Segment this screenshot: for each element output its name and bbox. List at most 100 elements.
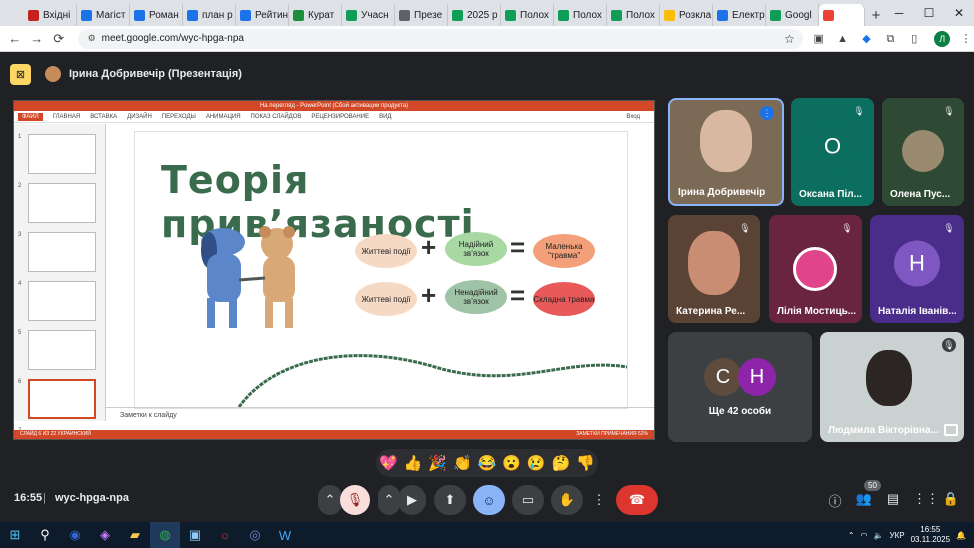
activities-icon[interactable]: ⋮⋮ [913, 491, 939, 507]
ribbon-tab[interactable]: ПОКАЗ СЛАЙДОВ [251, 114, 302, 120]
browser-tab[interactable]: Полох [607, 4, 660, 26]
address-bar[interactable]: ⚙ meet.google.com/wyc-hpga-npa ☆ [77, 28, 803, 49]
back-icon[interactable]: ← [4, 31, 26, 46]
login-link[interactable]: Вход [626, 114, 640, 120]
browser-tab[interactable]: план р [183, 4, 236, 26]
participant-tile[interactable]: 🎙 Олена Пус... [882, 98, 964, 206]
participant-tile[interactable]: Н 🎙 Наталія Іванів... [870, 215, 964, 323]
clock[interactable]: 16:55 03.11.2025 [911, 525, 950, 545]
taskbar-app-icon[interactable]: ▣ [180, 522, 210, 548]
meeting-details-icon[interactable]: ⓘ [826, 491, 844, 510]
reload-icon[interactable]: ⟳ [48, 31, 70, 47]
participant-tile[interactable]: О 🎙 Оксана Піл... [791, 98, 874, 206]
forward-icon[interactable]: → [26, 31, 48, 46]
slide-thumbnail[interactable] [28, 281, 96, 321]
slide-notes[interactable]: Заметки к слайду [106, 407, 654, 425]
reaction-emoji[interactable]: 👍 [404, 454, 423, 472]
browser-tab[interactable]: Googl [766, 4, 819, 26]
reaction-emoji[interactable]: 😂 [478, 454, 497, 472]
browser-tab[interactable]: Презе [395, 4, 448, 26]
maximize-icon[interactable]: ☐ [914, 0, 944, 26]
slide-thumbnail[interactable] [28, 134, 96, 174]
browser-tab[interactable]: Електр [713, 4, 766, 26]
more-participants-tile[interactable]: С Н Ще 42 особи [668, 332, 812, 442]
minimize-icon[interactable]: ─ [884, 0, 914, 26]
camera-button[interactable]: ▶ [398, 485, 426, 515]
host-controls-icon[interactable]: 🔒 [942, 491, 960, 507]
mic-muted-button[interactable]: 🎙 [340, 485, 370, 515]
participant-tile[interactable]: ⋮ Ірина Добривечір [668, 98, 784, 206]
word-icon[interactable]: W [270, 522, 300, 548]
browser-tab[interactable]: Рейтин [236, 4, 289, 26]
browser-tab[interactable]: Роман [130, 4, 183, 26]
reaction-emoji[interactable]: 👏 [453, 454, 472, 472]
extension-icon[interactable]: ▲ [835, 31, 851, 47]
extension-icon[interactable]: ◆ [859, 31, 875, 47]
more-options-button[interactable]: ⋮ [589, 485, 609, 515]
browser-tab[interactable]: Розкла [660, 4, 713, 26]
browser-tab[interactable]: Магіст [77, 4, 130, 26]
edge-icon[interactable]: ◉ [60, 522, 90, 548]
slide-thumbnail[interactable] [28, 379, 96, 419]
browser-tab[interactable]: Вхідні [24, 4, 77, 26]
audio-options-chevron-icon[interactable]: ⌃ [318, 485, 342, 515]
wifi-icon[interactable]: ◠ [861, 531, 868, 540]
close-window-icon[interactable]: ✕ [944, 0, 974, 26]
raise-hand-button[interactable]: ✋ [551, 485, 583, 515]
pip-icon[interactable] [944, 424, 958, 436]
reaction-emoji[interactable]: 😮 [502, 454, 521, 472]
present-screen-button[interactable]: ⬆ [434, 485, 466, 515]
search-icon[interactable]: ⚲ [30, 522, 60, 548]
browser-tab[interactable]: Полох [501, 4, 554, 26]
sidepanel-icon[interactable]: ▯ [906, 31, 922, 47]
ppt-ribbon: ФАЙЛ ГЛАВНАЯ ВСТАВКА ДИЗАЙН ПЕРЕХОДЫ АНИМАЦИЯ… [14, 111, 654, 123]
ribbon-tab[interactable]: ВИД [379, 114, 391, 120]
emoji-reactions-button[interactable]: ☺ [473, 485, 505, 515]
browser-tab[interactable]: Учасн [342, 4, 395, 26]
participant-tile[interactable]: 🎙 Лілія Мостиць... [769, 215, 862, 323]
bookmark-star-icon[interactable]: ☆ [784, 32, 795, 46]
volume-icon[interactable]: 🔈 [874, 531, 884, 540]
ribbon-tab[interactable]: ПЕРЕХОДЫ [162, 114, 196, 120]
browser-tab[interactable]: 2025 р [448, 4, 501, 26]
participant-tile[interactable]: 🎙 Людмила Вікторівна... [820, 332, 964, 442]
reaction-emoji[interactable]: 🤔 [552, 454, 571, 472]
taskbar-app-icon[interactable]: ◎ [240, 522, 270, 548]
slide-thumbnail[interactable] [28, 232, 96, 272]
ribbon-tab[interactable]: ГЛАВНАЯ [53, 114, 81, 120]
leave-call-button[interactable]: ☎ [616, 485, 658, 515]
reaction-emoji[interactable]: 💖 [379, 454, 398, 472]
people-icon[interactable]: 👥 [855, 491, 873, 507]
browser-tab[interactable]: Курат [289, 4, 342, 26]
chat-icon[interactable]: ▤ [884, 491, 902, 507]
profile-avatar[interactable]: Л [934, 30, 951, 47]
opera-icon[interactable]: ○ [210, 522, 240, 548]
ribbon-tab[interactable]: АНИМАЦИЯ [206, 114, 241, 120]
copilot-icon[interactable]: ◈ [90, 522, 120, 548]
captions-button[interactable]: ▭ [512, 485, 544, 515]
ribbon-tab[interactable]: РЕЦЕНЗИРОВАНИЕ [311, 114, 369, 120]
reaction-emoji[interactable]: 👎 [576, 454, 595, 472]
stop-presenting-icon[interactable]: ⊠ [10, 63, 31, 85]
slide-thumbnail[interactable] [28, 330, 96, 370]
language-indicator[interactable]: УКР [890, 531, 905, 540]
reaction-emoji[interactable]: 😢 [527, 454, 546, 472]
browser-tab[interactable] [819, 4, 865, 26]
browser-tab[interactable]: Полох [554, 4, 607, 26]
participant-tile[interactable]: 🎙 Катерина Ре... [668, 215, 760, 323]
tray-chevron-icon[interactable]: ⌃ [848, 531, 855, 540]
reaction-emoji[interactable]: 🎉 [428, 454, 447, 472]
extension-icon[interactable]: ▣ [811, 31, 827, 47]
file-explorer-icon[interactable]: ▰ [120, 522, 150, 548]
start-icon[interactable]: ⊞ [0, 522, 30, 548]
ribbon-tab[interactable]: ДИЗАЙН [127, 114, 152, 120]
browser-menu-icon[interactable]: ⋮ [958, 31, 974, 47]
chrome-icon[interactable]: ◍ [150, 522, 180, 548]
site-info-icon[interactable]: ⚙ [88, 33, 96, 44]
extensions-puzzle-icon[interactable]: ⧉ [882, 31, 898, 47]
ribbon-tab[interactable]: ФАЙЛ [18, 112, 43, 121]
video-options-chevron-icon[interactable]: ⌃ [378, 485, 400, 515]
slide-thumbnail[interactable] [28, 183, 96, 223]
ribbon-tab[interactable]: ВСТАВКА [90, 114, 117, 120]
notifications-icon[interactable]: 🔔 [956, 531, 966, 540]
